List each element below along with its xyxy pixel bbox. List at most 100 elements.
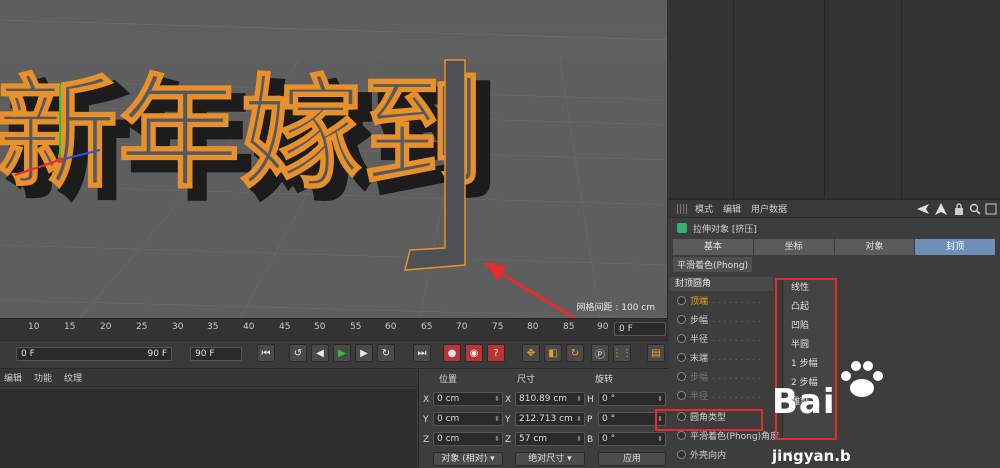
go-start-icon[interactable]: ⏮ (257, 344, 275, 362)
rotation-b-field[interactable]: 0 ° ⬍ (598, 432, 666, 446)
menu-mode[interactable]: 模式 (695, 202, 713, 215)
move-key-icon[interactable]: ✥ (522, 344, 540, 362)
position-z-field[interactable]: 0 cm ⬍ (433, 432, 503, 446)
tick-label: 40 (243, 322, 255, 332)
baidu-paw-icon (841, 361, 883, 397)
menu-edit[interactable]: 编辑 (4, 371, 22, 384)
expand-icon[interactable] (985, 203, 997, 215)
object-manager-panel[interactable] (669, 0, 1000, 198)
end-frame-field[interactable]: 90 F (190, 347, 242, 361)
tick-label: 75 (492, 322, 504, 332)
label-p: P (587, 415, 593, 425)
watermark-logo: Bai (772, 382, 836, 422)
position-x-field[interactable]: 0 cm ⬍ (433, 392, 503, 406)
header-position: 位置 (439, 375, 458, 385)
range-start: 0 F (21, 349, 35, 359)
position-y-field[interactable]: 0 cm ⬍ (433, 412, 503, 426)
object-mode-select[interactable]: 对象 (相对) ▾ (433, 452, 503, 466)
menu-texture[interactable]: 纹理 (64, 371, 82, 384)
tick-label: 90 (597, 322, 609, 332)
tick-label: 50 (314, 322, 326, 332)
size-x-field[interactable]: 810.89 cm ⬍ (515, 392, 585, 406)
play-icon[interactable]: ▶ (333, 344, 351, 362)
preview-range-slider[interactable]: 0 F 90 F (16, 347, 172, 361)
tab-coordinates[interactable]: 坐标 (753, 239, 835, 255)
label-size-x: X (505, 395, 512, 405)
record-icon[interactable]: ● (443, 344, 461, 362)
label-y: Y (423, 415, 429, 425)
anim-radio-icon[interactable] (677, 296, 686, 305)
tick-label: 10 (28, 322, 40, 332)
section-cap-fillet: 封顶圆角 (669, 277, 773, 291)
timeline-ruler[interactable]: 10 15 20 25 30 35 40 45 50 55 60 65 70 7… (0, 318, 668, 340)
search-icon[interactable] (969, 203, 981, 215)
tick-label: 70 (456, 322, 468, 332)
cursor-icon[interactable] (935, 203, 947, 215)
label-size-y: Y (505, 415, 511, 425)
tab-caps[interactable]: 封顶 (915, 239, 996, 255)
keyframe-help-icon[interactable]: ? (487, 344, 505, 362)
anim-radio-icon[interactable] (677, 372, 686, 381)
object-title: 拉伸对象 [挤压] (693, 224, 757, 235)
object-title-row: 拉伸对象 [挤压] (669, 218, 1000, 238)
back-arrow-icon[interactable] (917, 203, 929, 215)
material-list[interactable] (0, 389, 417, 468)
tab-phong[interactable]: 平滑着色(Phong) (673, 257, 753, 272)
attribute-menu-bar: 模式 编辑 用户数据 (669, 200, 1000, 218)
menu-function[interactable]: 功能 (34, 371, 52, 384)
label-x: X (423, 395, 430, 405)
tick-label: 35 (207, 322, 219, 332)
point-key-icon[interactable]: ⋮⋮ (612, 344, 632, 362)
prev-frame-icon[interactable]: ◀ (311, 344, 329, 362)
prev-key-icon[interactable]: ↺ (289, 344, 307, 362)
tab-basic[interactable]: 基本 (673, 239, 754, 255)
tick-label: 55 (350, 322, 362, 332)
size-y-field[interactable]: 212.713 cm ⬍ (515, 412, 585, 426)
coordinates-manager: 位置 尺寸 旋转 X 0 cm ⬍ X 810.89 cm ⬍ H 0 ° ⬍ Y 0… (418, 368, 669, 468)
3d-viewport[interactable]: 新年嫁到 新年嫁到 网格间距 : 100 cm (0, 0, 668, 318)
tick-label: 15 (64, 322, 76, 332)
anim-radio-icon[interactable] (677, 391, 686, 400)
anim-radio-icon[interactable] (677, 450, 686, 459)
tick-label: 20 (100, 322, 112, 332)
anim-radio-icon[interactable] (677, 431, 686, 440)
menu-edit[interactable]: 编辑 (723, 202, 741, 215)
tick-label: 85 (563, 322, 575, 332)
current-frame-field[interactable]: 0 F (614, 322, 666, 336)
apply-button[interactable]: 应用 (598, 452, 666, 466)
grip-icon[interactable] (677, 203, 687, 214)
go-end-icon[interactable]: ⏭ (413, 344, 431, 362)
attribute-tabs: 基本 坐标 对象 封顶 (673, 239, 996, 255)
watermark-sub: jingyan.b (772, 447, 851, 465)
model-text: 新年嫁到 (0, 63, 484, 205)
anim-radio-icon[interactable] (677, 334, 686, 343)
tick-label: 60 (385, 322, 397, 332)
next-frame-icon[interactable]: ▶ (355, 344, 373, 362)
menu-user-data[interactable]: 用户数据 (751, 202, 787, 215)
anim-radio-icon[interactable] (677, 315, 686, 324)
rotate-key-icon[interactable]: ↻ (566, 344, 584, 362)
material-menu-bar: 编辑 功能 纹理 (0, 369, 417, 387)
size-mode-select[interactable]: 绝对尺寸 ▾ (515, 452, 585, 466)
tick-label: 45 (279, 322, 291, 332)
next-key-icon[interactable]: ↻ (377, 344, 395, 362)
grid-spacing-label: 网格间距 : 100 cm (576, 303, 655, 313)
viewport-scene: 新年嫁到 新年嫁到 (0, 19, 667, 318)
scale-key-icon[interactable]: ◧ (544, 344, 562, 362)
size-z-field[interactable]: 57 cm ⬍ (515, 432, 585, 446)
lock-icon[interactable] (953, 203, 965, 215)
timeline-icon[interactable]: ▤ (647, 344, 665, 362)
tab-object[interactable]: 对象 (834, 239, 916, 255)
auto-key-icon[interactable]: ◉ (465, 344, 483, 362)
label-size-z: Z (505, 435, 512, 445)
extrude-object-icon (677, 223, 687, 233)
tick-label: 30 (172, 322, 184, 332)
tick-label: 25 (136, 322, 148, 332)
rotation-h-field[interactable]: 0 ° ⬍ (598, 392, 666, 406)
label-b: B (587, 435, 594, 445)
label-z: Z (423, 435, 430, 445)
tick-label: 65 (421, 322, 433, 332)
header-size: 尺寸 (517, 375, 536, 385)
anim-radio-icon[interactable] (677, 353, 686, 362)
param-key-icon[interactable]: Ⓟ (591, 344, 609, 362)
